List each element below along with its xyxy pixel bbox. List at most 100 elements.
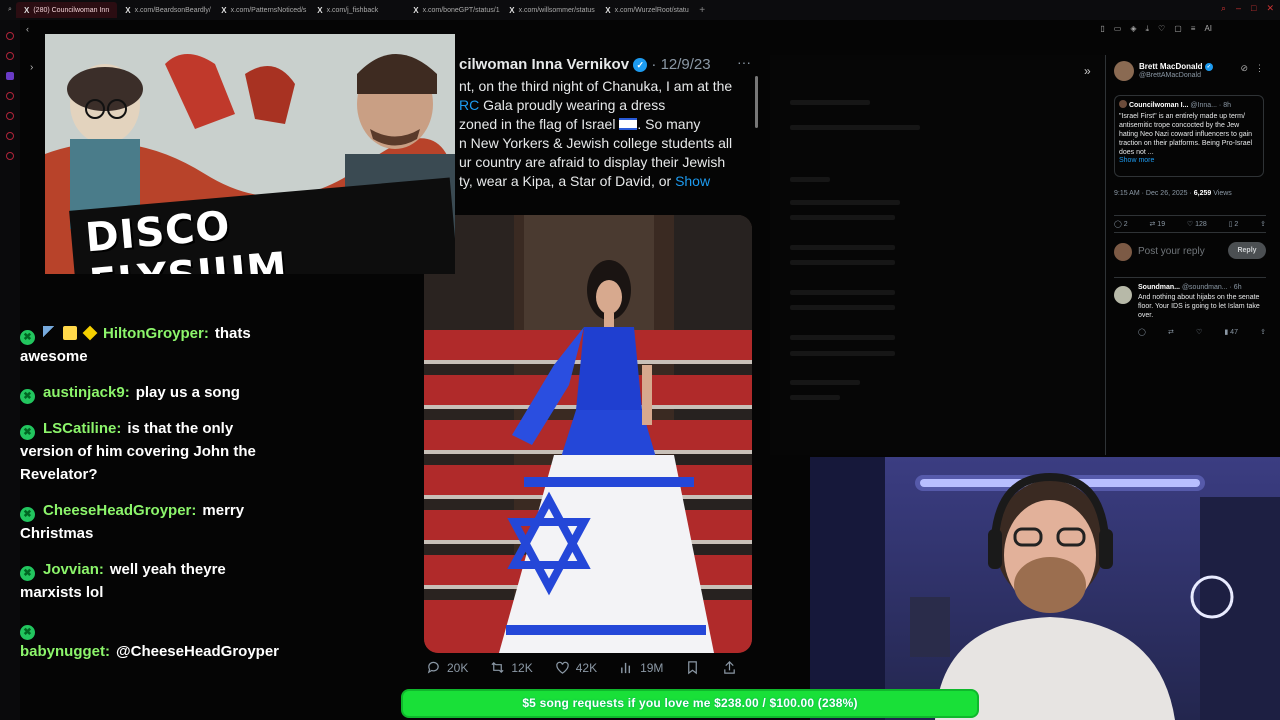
- reply-button[interactable]: 20K: [426, 660, 468, 675]
- chat-username[interactable]: austinjack9:: [43, 384, 130, 401]
- sidebar-icon-1[interactable]: [6, 32, 14, 40]
- tab-2[interactable]: Xx.com/BeardsonBeardly/: [117, 2, 213, 18]
- tweet-author-row: cilwoman Inna Vernikov ✓ · 12/9/23: [459, 56, 711, 73]
- bookmark-button[interactable]: [685, 660, 700, 675]
- more-options-icon[interactable]: ⋮: [1255, 63, 1264, 74]
- share-icon[interactable]: ⇪: [1260, 220, 1266, 228]
- post-timestamp[interactable]: 9:15 AM · Dec 26, 2025 ·: [1114, 190, 1194, 197]
- tab-label: x.com/BeardsonBeardly/: [134, 6, 211, 14]
- chat-username[interactable]: HiltonGroyper:: [103, 325, 209, 342]
- sub-badge-icon: ✖: [20, 389, 35, 404]
- avatar[interactable]: [1114, 61, 1134, 81]
- author-name[interactable]: Brett MacDonald ✓: [1139, 62, 1213, 71]
- chat-username[interactable]: CheeseHeadGroyper:: [43, 502, 196, 519]
- tab-7[interactable]: Xx.com/WurzelRoot/statu: [597, 2, 693, 18]
- heart-icon[interactable]: ♡: [1196, 328, 1202, 336]
- tab-active[interactable]: X (280) Councilwoman Inn: [16, 2, 118, 18]
- window-controls: ⌕ – □ ✕: [1221, 3, 1274, 14]
- ai-button[interactable]: AI: [1204, 24, 1212, 34]
- show-more-link[interactable]: Show more: [1119, 157, 1259, 164]
- tab-3[interactable]: Xx.com/PatternsNoticed/s: [213, 2, 309, 18]
- avatar[interactable]: [1114, 286, 1132, 304]
- x-logo-icon: X: [24, 5, 30, 15]
- like-button[interactable]: 42K: [555, 660, 597, 675]
- post-metadata: 9:15 AM · Dec 26, 2025 · 6,259 Views: [1114, 190, 1232, 197]
- tweet-action-bar: 20K 12K 42K 19M: [426, 660, 756, 675]
- author-handle[interactable]: @BrettAMacDonald: [1139, 72, 1201, 79]
- reply-submit-button[interactable]: Reply: [1228, 242, 1266, 259]
- heart-icon[interactable]: ♡: [1158, 24, 1165, 34]
- chat-username[interactable]: babynugget:: [20, 643, 110, 660]
- view-count: 47: [1230, 329, 1238, 336]
- sidebar-icon-4[interactable]: [6, 112, 14, 120]
- twitch-icon[interactable]: [6, 72, 14, 80]
- tab-5[interactable]: Xx.com/boneGPT/status/1: [405, 2, 501, 18]
- minimize-icon[interactable]: –: [1236, 3, 1241, 14]
- donation-goal-bar: $5 song requests if you love me $238.00 …: [401, 689, 979, 718]
- tweet-date[interactable]: · 12/9/23: [651, 56, 710, 73]
- search-icon[interactable]: ⌕: [1221, 3, 1226, 14]
- share-icon[interactable]: ⇪: [1260, 328, 1266, 336]
- reply-icon[interactable]: ◯: [1138, 328, 1146, 336]
- reply-post-header: Soundman... @soundman... · 6h: [1138, 284, 1266, 291]
- quoted-post[interactable]: Councilwoman I... @Inna... · 8h "Israel …: [1114, 95, 1264, 177]
- sidebar-icon-3[interactable]: [6, 92, 14, 100]
- chat-username[interactable]: LSCatiline:: [43, 420, 121, 437]
- tab-4[interactable]: Xx.com/j_fishback: [309, 2, 405, 18]
- x-logo-icon: X: [605, 5, 611, 15]
- sidebar-icon-6[interactable]: [6, 152, 14, 160]
- show-more-link[interactable]: Show: [675, 173, 710, 189]
- share-button[interactable]: [722, 660, 737, 675]
- download-icon[interactable]: ⤓: [1145, 24, 1149, 34]
- mention-link[interactable]: RC: [459, 97, 479, 113]
- reply-post-text: And nothing about hijabs on the senate f…: [1138, 294, 1260, 319]
- tab-search-icon[interactable]: ⌕: [0, 2, 16, 18]
- x-logo-icon: X: [221, 5, 227, 15]
- bookmark-icon[interactable]: ▭: [1114, 24, 1122, 34]
- more-options-icon[interactable]: ···: [737, 54, 751, 70]
- dimmed-x-sidebar: [770, 55, 1105, 455]
- tweet-text: nt, on the third night of Chanuka, I am …: [459, 77, 759, 191]
- like-count: 42K: [575, 660, 598, 675]
- repost-button[interactable]: 12K: [490, 660, 533, 675]
- chat-username[interactable]: Jovvian:: [43, 561, 104, 578]
- close-icon[interactable]: ✕: [1266, 3, 1274, 14]
- heart-icon: [555, 661, 569, 674]
- window-icon[interactable]: ▢: [1174, 24, 1182, 34]
- menu-icon[interactable]: ≡: [1191, 24, 1196, 34]
- sidebar-icon-2[interactable]: [6, 52, 14, 60]
- reply-button[interactable]: ◯ 2: [1114, 220, 1128, 228]
- repost-button[interactable]: ⇄ 19: [1149, 220, 1165, 228]
- photo-dress-illustration: [424, 215, 752, 653]
- tweet-photo[interactable]: [424, 215, 752, 653]
- views-button[interactable]: 19M: [619, 660, 663, 675]
- tweet-author-name[interactable]: cilwoman Inna Vernikov: [459, 56, 629, 73]
- maximize-icon[interactable]: □: [1251, 3, 1256, 14]
- placeholder-line: [790, 215, 895, 220]
- repost-icon[interactable]: ⇄: [1168, 328, 1174, 336]
- quoted-author-handle: @Inna... · 8h: [1190, 102, 1231, 109]
- reply-post[interactable]: Soundman... @soundman... · 6h And nothin…: [1114, 277, 1266, 336]
- grok-icon[interactable]: ⊘: [1240, 63, 1248, 74]
- views-button[interactable]: ▮ 47: [1224, 328, 1238, 336]
- bookmark-button[interactable]: ▯ 2: [1229, 220, 1239, 228]
- tweet-text-fragment: . So many: [637, 116, 701, 132]
- collapse-panel-icon[interactable]: »: [1084, 64, 1091, 78]
- post-views-label: Views: [1211, 190, 1232, 197]
- share-icon: [724, 661, 736, 674]
- sidebar-icon-5[interactable]: [6, 132, 14, 140]
- placeholder-line: [790, 290, 895, 295]
- sub-badge-icon: ✖: [20, 507, 35, 522]
- x-logo-icon: X: [413, 5, 419, 15]
- like-button[interactable]: ♡ 128: [1187, 220, 1207, 228]
- reply-input[interactable]: Post your reply: [1138, 246, 1205, 257]
- new-tab-button[interactable]: +: [693, 5, 711, 16]
- tab-label: x.com/PatternsNoticed/s: [230, 6, 307, 14]
- tab-6[interactable]: Xx.com/willsommer/status: [501, 2, 597, 18]
- shield-icon[interactable]: ◈: [1130, 24, 1136, 34]
- chevron-right-icon[interactable]: ›: [30, 62, 33, 73]
- x-logo-icon: X: [317, 5, 323, 15]
- bookmark-icon: [688, 661, 698, 675]
- share-icon[interactable]: ▯: [1100, 24, 1104, 34]
- back-arrow-icon[interactable]: ‹: [26, 24, 29, 34]
